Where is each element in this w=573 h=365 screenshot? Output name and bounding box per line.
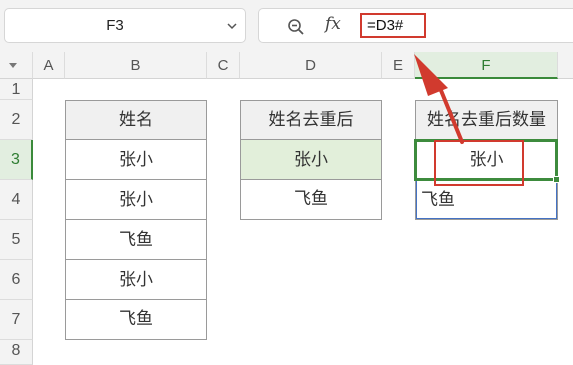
fill-handle[interactable] [553,176,560,183]
annotation-box [434,140,524,186]
table-names-cell[interactable]: 张小 [66,140,206,180]
zoom-icon[interactable] [287,18,305,36]
table-count-cell[interactable]: 飞鱼 [416,181,557,219]
row-header-8[interactable]: 8 [0,340,33,365]
row-header-7[interactable]: 7 [0,300,33,340]
column-header-d[interactable]: D [240,52,382,79]
formula-bar: F3 fx =D3# [0,0,573,52]
row-header-1[interactable]: 1 [0,79,33,100]
row-header-5[interactable]: 5 [0,220,33,260]
table-names-cell[interactable]: 张小 [66,180,206,220]
formula-input[interactable]: fx =D3# [258,8,573,43]
row-header-2[interactable]: 2 [0,100,33,140]
row-header-6[interactable]: 6 [0,260,33,300]
table-unique-cell[interactable]: 飞鱼 [241,180,381,219]
column-header-f[interactable]: F [415,52,558,79]
name-box-value: F3 [106,17,124,34]
row-header-4[interactable]: 4 [0,180,33,220]
row-header-3[interactable]: 3 [0,140,33,180]
table-names-cell[interactable]: 飞鱼 [66,220,206,260]
table-unique-cell[interactable]: 张小 [241,140,381,180]
table-unique-header[interactable]: 姓名去重后 [241,101,381,140]
table-names-cell[interactable]: 飞鱼 [66,300,206,339]
chevron-down-icon[interactable] [227,23,237,30]
column-header-c[interactable]: C [207,52,240,79]
fx-icon[interactable]: fx [325,14,341,34]
column-header-a[interactable]: A [33,52,65,79]
table-count-header[interactable]: 姓名去重后数量 [416,101,557,140]
name-box[interactable]: F3 [4,8,246,43]
column-header-e[interactable]: E [382,52,415,79]
table-names-cell[interactable]: 张小 [66,260,206,300]
column-header-b[interactable]: B [65,52,207,79]
table-names-header[interactable]: 姓名 [66,101,206,140]
corner-triangle-icon [9,63,17,68]
select-all-corner[interactable] [0,52,33,79]
column-header-g[interactable] [558,52,573,79]
formula-text[interactable]: =D3# [360,13,426,38]
